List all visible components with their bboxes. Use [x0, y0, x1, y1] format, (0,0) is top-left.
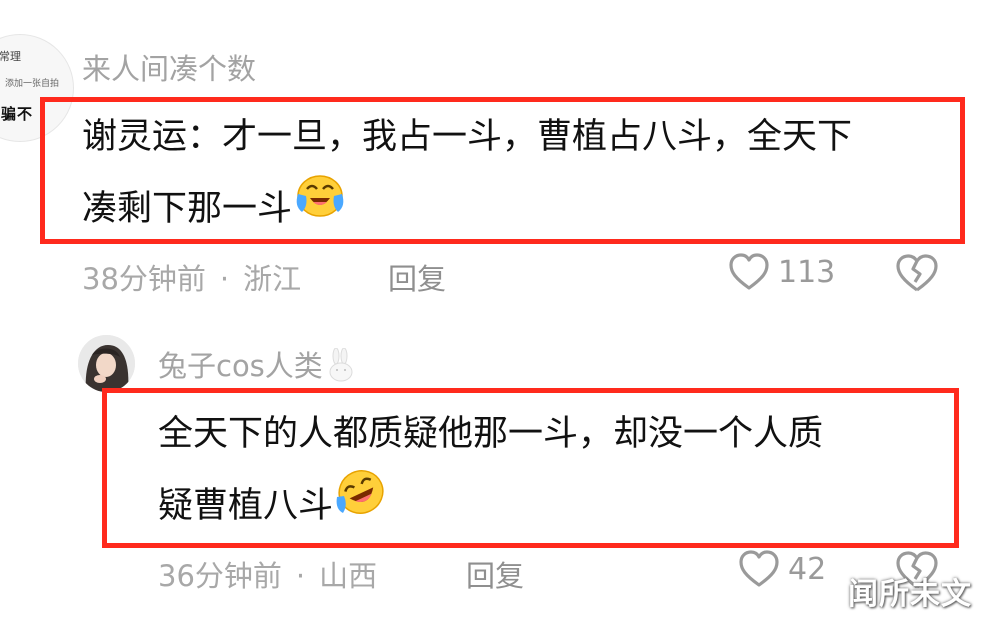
comment-meta: 36分钟前 · 山西 — [158, 553, 377, 595]
user-avatar[interactable] — [78, 335, 135, 392]
avatar-text: 添加一张自拍 — [5, 79, 60, 89]
heart-icon — [739, 550, 779, 587]
watermark: 闻所未文 — [848, 577, 972, 612]
dislike-button[interactable] — [895, 252, 939, 298]
heart-icon — [729, 253, 769, 290]
like-count: 113 — [778, 254, 836, 290]
avatar-text: 骗不 — [1, 105, 34, 123]
comment-text: 全天下的人都质疑他那一斗，却没一个人质 疑曹植八斗 — [158, 398, 823, 542]
comment-time: 36分钟前 — [158, 559, 282, 593]
separator-dot: · — [295, 559, 306, 593]
reply-button[interactable]: 回复 — [388, 256, 446, 298]
comment-username[interactable]: 兔子cos人类 — [158, 343, 357, 389]
comment-meta: 38分钟前 · 浙江 — [82, 256, 301, 298]
like-count: 42 — [788, 551, 827, 587]
comment-time: 38分钟前 — [82, 262, 206, 296]
rolling-laughing-emoji-icon — [335, 467, 387, 542]
separator-dot: · — [219, 262, 230, 296]
comment-username[interactable]: 来人间凑个数 — [82, 46, 256, 88]
comment-line-text: 凑剩下那一斗 — [82, 189, 293, 229]
rabbit-icon — [325, 347, 357, 389]
comment-line: 谢灵运：才一旦，我占一斗，曹植占八斗，全天下 — [82, 117, 853, 157]
comment-line: 全天下的人都质疑他那一斗，却没一个人质 — [158, 414, 824, 454]
reply-button[interactable]: 回复 — [466, 553, 524, 595]
like-button[interactable]: 42 — [738, 549, 826, 589]
like-button[interactable]: 113 — [728, 252, 835, 292]
comment-line: 疑曹植八斗 — [158, 467, 823, 542]
comment-line-text: 疑曹植八斗 — [158, 486, 334, 526]
comment-line: 凑剩下那一斗 — [82, 173, 852, 245]
avatar-text: 常理 — [0, 50, 21, 63]
avatar-image — [78, 335, 135, 392]
broken-heart-icon — [896, 254, 938, 292]
comment-location: 山西 — [319, 559, 378, 593]
crying-laughing-emoji-icon — [294, 171, 346, 243]
comment-text: 谢灵运：才一旦，我占一斗，曹植占八斗，全天下 凑剩下那一斗 — [82, 101, 852, 245]
comment-location: 浙江 — [243, 262, 302, 296]
username-text: 兔子cos人类 — [158, 349, 323, 383]
